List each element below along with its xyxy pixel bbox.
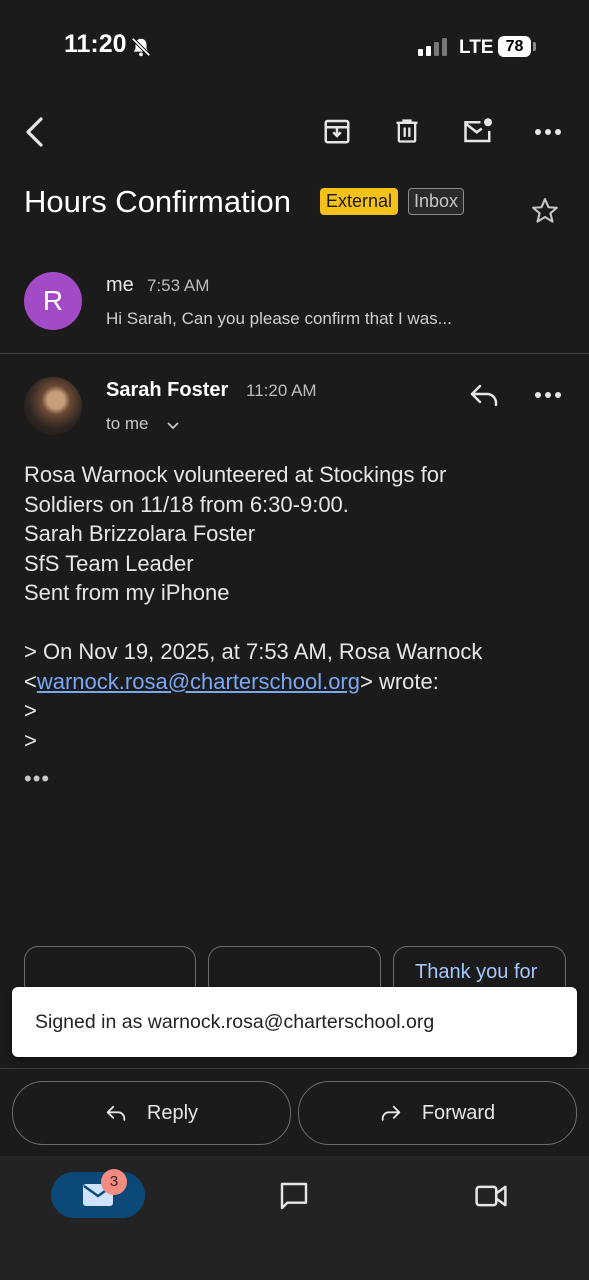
inbox-label[interactable]: Inbox [408, 188, 465, 215]
reply-icon [106, 1105, 126, 1121]
body-line: Rosa Warnock volunteered at Stockings fo… [24, 462, 447, 487]
reply-icon[interactable] [466, 380, 502, 410]
message-more-icon[interactable] [532, 381, 564, 409]
nav-chat[interactable] [276, 1178, 312, 1214]
email-link[interactable]: warnock.rosa@charterschool.org [37, 669, 360, 694]
quote-open: < [24, 668, 37, 694]
collapsed-snippet[interactable]: Hi Sarah, Can you please confirm that I … [106, 309, 452, 329]
video-icon [475, 1185, 507, 1207]
chevron-down-icon[interactable] [166, 418, 180, 436]
quote-close: > wrote: [360, 668, 439, 694]
sender-name: Sarah Foster [106, 379, 229, 401]
nav-meet[interactable] [472, 1178, 510, 1214]
sender-avatar [24, 377, 82, 435]
divider [0, 1068, 589, 1069]
status-time: 11:20 [64, 30, 127, 58]
star-icon[interactable] [528, 194, 562, 228]
toast-text: Signed in as warnock.rosa@charterschool.… [35, 1011, 435, 1033]
archive-icon[interactable] [320, 114, 354, 148]
body-line: Sent from my iPhone [24, 580, 230, 605]
quote-line: > [24, 727, 37, 753]
avatar: R [24, 272, 82, 330]
quote-line: > On Nov 19, 2025, at 7:53 AM, Rosa Warn… [24, 639, 483, 664]
email-subject: Hours Confirmation [24, 184, 292, 219]
forward-button[interactable]: Forward [298, 1081, 577, 1145]
collapsed-sender[interactable]: me [106, 274, 134, 297]
reply-label: Reply [146, 1101, 199, 1124]
message-body: Rosa Warnock volunteered at Stockings fo… [24, 460, 569, 755]
external-label: External [320, 188, 399, 215]
message-time: 11:20 AM [246, 381, 317, 400]
unread-badge: 3 [101, 1169, 127, 1195]
more-icon[interactable] [532, 118, 564, 146]
silent-bell-icon [130, 36, 152, 63]
battery-tip [533, 42, 536, 51]
body-line: SfS Team Leader [24, 550, 194, 576]
show-trimmed-content-button[interactable]: ••• [24, 766, 50, 792]
divider [0, 353, 589, 354]
body-line: Soldiers on 11/18 from 6:30-9:00. [24, 491, 349, 517]
nav-mail[interactable] [51, 1172, 145, 1218]
battery-icon: 78 [498, 36, 531, 57]
back-arrow-icon[interactable] [18, 114, 50, 150]
signed-in-toast: Signed in as warnock.rosa@charterschool.… [12, 987, 577, 1057]
body-line: Sarah Brizzolara Foster [24, 521, 256, 546]
cell-signal-icon [418, 38, 447, 56]
collapsed-time: 7:53 AM [147, 276, 210, 295]
delete-icon[interactable] [390, 114, 424, 148]
reply-button[interactable]: Reply [12, 1081, 291, 1145]
chat-icon [280, 1182, 308, 1210]
mark-unread-icon[interactable] [460, 114, 496, 148]
forward-label: Forward [421, 1101, 496, 1124]
smart-reply-label: Thank you for [415, 961, 538, 983]
forward-icon [381, 1105, 401, 1121]
quote-line: > [24, 698, 37, 723]
recipient-details[interactable]: to me [106, 414, 149, 434]
bottom-nav: 3 [0, 1156, 589, 1280]
network-type: LTE [459, 37, 494, 58]
quote-line: <warnock.rosa@charterschool.org> wrote: [24, 667, 569, 697]
